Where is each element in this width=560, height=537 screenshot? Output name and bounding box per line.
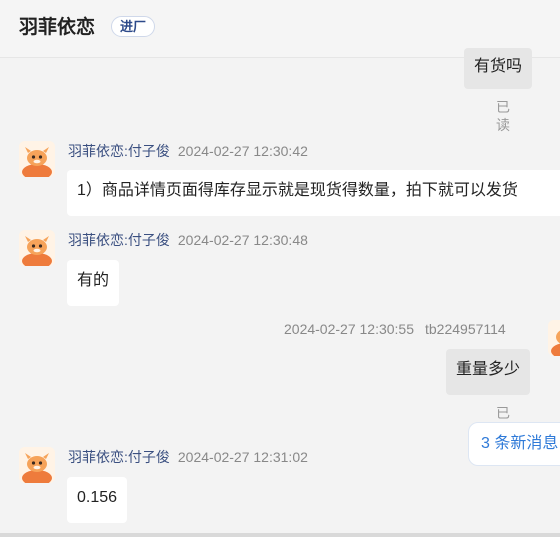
message-bubble[interactable]: 1）商品详情页面得库存显示就是现货得数量，拍下就可以发货 [67,170,560,216]
message-bubble[interactable]: 有的 [67,260,120,306]
shop-name: 羽菲依恋 [19,17,96,38]
message-bubble[interactable]: 0.156 [67,477,128,523]
sender-name: 羽菲依恋:付子俊 [68,143,170,159]
message-meta: 羽菲依恋:付子俊 2024-02-27 12:30:48 [68,231,308,249]
message-meta: 2024-02-27 12:30:55 tb224957114 [284,320,506,338]
agent-avatar-icon [19,141,55,177]
message-bubble[interactable]: 有货吗 [464,48,533,89]
read-status: 已读 [496,99,510,133]
message-time: 2024-02-27 12:30:55 [284,321,414,337]
agent-avatar-icon [19,447,55,483]
user-avatar-icon [548,320,560,356]
message-meta: 羽菲依恋:付子俊 2024-02-27 12:31:02 [68,448,308,466]
chat-window: 羽菲依恋 进厂 有货吗 已读 羽菲依恋:付子俊 2024-02-27 12:30… [0,0,560,537]
input-area-divider [0,533,560,537]
message-meta: 羽菲依恋:付子俊 2024-02-27 12:30:42 [68,142,308,160]
sender-name: 羽菲依恋:付子俊 [68,232,170,248]
new-messages-button[interactable]: 3 条新消息 [468,422,560,466]
sender-name: tb224957114 [425,321,506,337]
message-time: 2024-02-27 12:31:02 [177,449,308,465]
sender-name: 羽菲依恋:付子俊 [68,449,170,465]
enter-store-badge[interactable]: 进厂 [111,16,156,37]
message-bubble[interactable]: 重量多少 [446,349,531,395]
message-time: 2024-02-27 12:30:42 [177,143,308,159]
agent-avatar-icon [19,230,55,266]
message-time: 2024-02-27 12:30:48 [177,232,308,248]
